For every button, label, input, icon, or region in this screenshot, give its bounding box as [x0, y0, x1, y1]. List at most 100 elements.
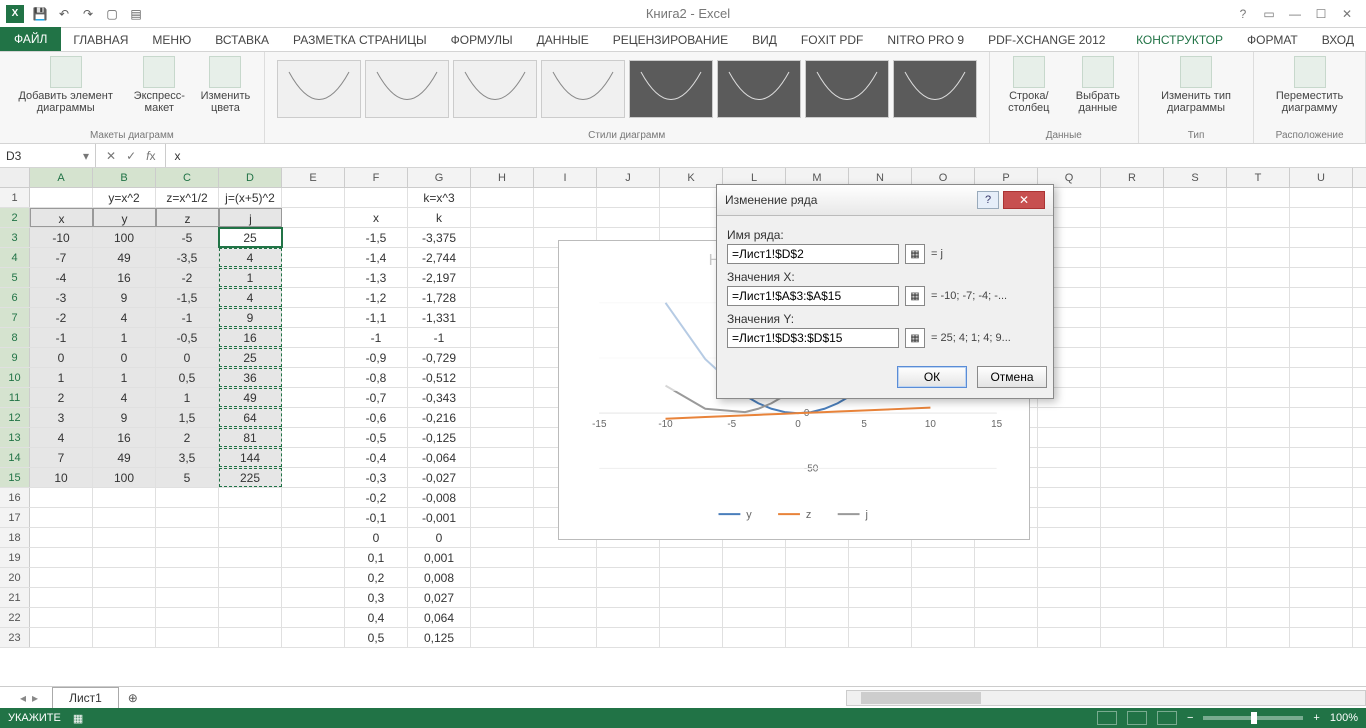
cell[interactable]: [1290, 528, 1353, 547]
cell[interactable]: 144: [219, 448, 282, 467]
cell[interactable]: [786, 548, 849, 567]
cell[interactable]: [534, 628, 597, 647]
chart-style-thumb[interactable]: [365, 60, 449, 118]
redo-icon[interactable]: ↷: [80, 6, 96, 22]
cell[interactable]: [471, 468, 534, 487]
cell[interactable]: [1101, 448, 1164, 467]
cell[interactable]: [1227, 548, 1290, 567]
cell[interactable]: 0,5: [345, 628, 408, 647]
cell[interactable]: [156, 488, 219, 507]
cell[interactable]: [912, 568, 975, 587]
cell[interactable]: [1101, 248, 1164, 267]
cell[interactable]: 16: [93, 428, 156, 447]
cell[interactable]: [723, 608, 786, 627]
row-header[interactable]: 1: [0, 188, 30, 207]
cell[interactable]: [30, 188, 93, 207]
cell[interactable]: 81: [219, 428, 282, 447]
page-break-view-icon[interactable]: [1157, 711, 1177, 725]
maximize-icon[interactable]: ☐: [1310, 7, 1332, 21]
cell[interactable]: [471, 488, 534, 507]
cell[interactable]: 1: [156, 388, 219, 407]
cell[interactable]: [660, 188, 723, 207]
cell[interactable]: [471, 448, 534, 467]
cell[interactable]: 2: [156, 428, 219, 447]
cell[interactable]: [1290, 568, 1353, 587]
cell[interactable]: [1227, 228, 1290, 247]
cell[interactable]: [1227, 608, 1290, 627]
cell[interactable]: [1038, 428, 1101, 447]
cell[interactable]: [1227, 248, 1290, 267]
cell[interactable]: [975, 628, 1038, 647]
cell[interactable]: [597, 548, 660, 567]
cell[interactable]: [1038, 588, 1101, 607]
cell[interactable]: -3: [30, 288, 93, 307]
cell[interactable]: 64: [219, 408, 282, 427]
row-header[interactable]: 6: [0, 288, 30, 307]
cell[interactable]: [30, 588, 93, 607]
cell[interactable]: [723, 588, 786, 607]
cell[interactable]: [345, 188, 408, 207]
cell[interactable]: 0: [156, 348, 219, 367]
row-header[interactable]: 4: [0, 248, 30, 267]
cell[interactable]: [1227, 628, 1290, 647]
add-sheet-icon[interactable]: ⊕: [123, 691, 143, 705]
cell[interactable]: [1164, 428, 1227, 447]
cell[interactable]: [471, 268, 534, 287]
chart-style-thumb[interactable]: [277, 60, 361, 118]
cell[interactable]: -10: [30, 228, 93, 247]
cell[interactable]: k: [408, 208, 471, 227]
cell[interactable]: [975, 588, 1038, 607]
cell[interactable]: -0,343: [408, 388, 471, 407]
zoom-level[interactable]: 100%: [1330, 712, 1358, 724]
cell[interactable]: [471, 548, 534, 567]
cell[interactable]: [1164, 468, 1227, 487]
add-chart-element-button[interactable]: Добавить элемент диаграммы: [8, 56, 123, 114]
horizontal-scrollbar[interactable]: [846, 690, 1366, 706]
cell[interactable]: [1227, 388, 1290, 407]
move-chart-button[interactable]: Переместить диаграмму: [1262, 56, 1357, 114]
cell[interactable]: [1164, 508, 1227, 527]
cell[interactable]: [156, 628, 219, 647]
cell[interactable]: [93, 628, 156, 647]
cell[interactable]: 1: [93, 368, 156, 387]
cell[interactable]: [1164, 628, 1227, 647]
cell[interactable]: 0,4: [345, 608, 408, 627]
cell[interactable]: [282, 568, 345, 587]
undo-icon[interactable]: ↶: [56, 6, 72, 22]
cell[interactable]: [786, 588, 849, 607]
cell[interactable]: 0,2: [345, 568, 408, 587]
cell[interactable]: 49: [93, 248, 156, 267]
cell[interactable]: [282, 428, 345, 447]
tab-foxit pdf[interactable]: Foxit PDF: [789, 29, 875, 51]
chart-style-thumb[interactable]: [805, 60, 889, 118]
cell[interactable]: [1164, 368, 1227, 387]
cell[interactable]: x: [30, 208, 93, 227]
cell[interactable]: [471, 608, 534, 627]
cell[interactable]: [1101, 208, 1164, 227]
fx-icon[interactable]: fx: [146, 149, 155, 163]
next-sheet-icon[interactable]: ▸: [32, 691, 38, 705]
cell[interactable]: [93, 608, 156, 627]
cell[interactable]: [534, 548, 597, 567]
dialog-titlebar[interactable]: Изменение ряда ? ✕: [717, 185, 1053, 216]
cell[interactable]: [912, 608, 975, 627]
cell[interactable]: -1: [345, 328, 408, 347]
cell[interactable]: [282, 248, 345, 267]
cell[interactable]: -0,6: [345, 408, 408, 427]
cell[interactable]: [156, 588, 219, 607]
cell[interactable]: -0,027: [408, 468, 471, 487]
cell[interactable]: [219, 528, 282, 547]
cell[interactable]: [912, 548, 975, 567]
cell[interactable]: [1290, 268, 1353, 287]
cell[interactable]: [156, 508, 219, 527]
range-picker-icon[interactable]: ▦: [905, 244, 925, 264]
cell[interactable]: [1290, 208, 1353, 227]
zoom-slider[interactable]: [1203, 716, 1303, 720]
tab-главная[interactable]: ГЛАВНАЯ: [61, 29, 140, 51]
tab-nitro pro 9[interactable]: NITRO PRO 9: [875, 29, 976, 51]
cell[interactable]: [1101, 428, 1164, 447]
cell[interactable]: [1038, 568, 1101, 587]
save-icon[interactable]: 💾: [32, 6, 48, 22]
cell[interactable]: [219, 488, 282, 507]
cell[interactable]: -2: [30, 308, 93, 327]
